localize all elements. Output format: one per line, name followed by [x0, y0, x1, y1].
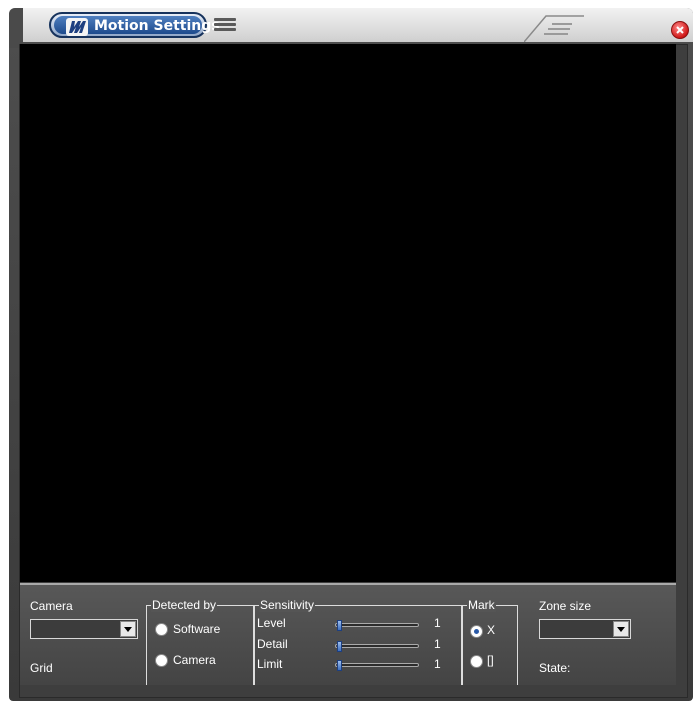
grid-label: Grid: [30, 661, 53, 675]
detail-label: Detail: [257, 637, 288, 651]
dropdown-arrow-icon[interactable]: [120, 621, 136, 637]
app-logo-icon: [66, 18, 88, 36]
state-label: State:: [539, 661, 571, 675]
zone-size-label: Zone size: [539, 599, 592, 613]
limit-value: 1: [434, 657, 441, 671]
title-bar-edge: [9, 8, 23, 48]
menu-icon[interactable]: [214, 18, 236, 32]
detected-by-title: Detected by: [151, 598, 218, 612]
level-slider[interactable]: [335, 623, 419, 627]
radio-mark-box[interactable]: [470, 655, 483, 668]
radio-camera[interactable]: [155, 654, 168, 667]
sensitivity-title: Sensitivity: [259, 598, 316, 612]
level-slider-thumb[interactable]: [337, 620, 342, 631]
level-value: 1: [434, 616, 441, 630]
dropdown-arrow-icon[interactable]: [613, 621, 629, 637]
limit-slider[interactable]: [335, 663, 419, 667]
title-bar-decoration: [524, 15, 584, 42]
mark-box-label: []: [487, 653, 494, 667]
close-icon: [676, 26, 684, 34]
radio-mark-x[interactable]: [470, 625, 483, 638]
title-pill: Motion Settings: [49, 12, 220, 38]
limit-label: Limit: [257, 657, 283, 671]
level-label: Level: [257, 616, 286, 630]
title-bar[interactable]: Motion Settings: [9, 8, 693, 48]
detail-value: 1: [434, 637, 441, 651]
video-preview[interactable]: [20, 44, 676, 582]
limit-slider-thumb[interactable]: [337, 660, 342, 671]
zone-size-select[interactable]: [539, 619, 631, 639]
close-button[interactable]: [671, 21, 689, 39]
detected-by-group: Detected by: [146, 598, 254, 685]
mark-x-label: X: [487, 623, 496, 637]
radio-software[interactable]: [155, 623, 168, 636]
camera-option-label: Camera: [173, 653, 216, 667]
mark-group: Mark: [462, 598, 518, 685]
mark-title: Mark: [467, 598, 496, 612]
detail-slider[interactable]: [335, 644, 419, 648]
camera-label: Camera: [30, 599, 73, 613]
camera-select[interactable]: [30, 619, 138, 639]
software-label: Software: [173, 622, 221, 636]
detail-slider-thumb[interactable]: [337, 641, 342, 652]
settings-panel: Camera Grid Detected by Software Camera …: [20, 583, 676, 685]
window-title: Motion Settings: [94, 18, 220, 34]
